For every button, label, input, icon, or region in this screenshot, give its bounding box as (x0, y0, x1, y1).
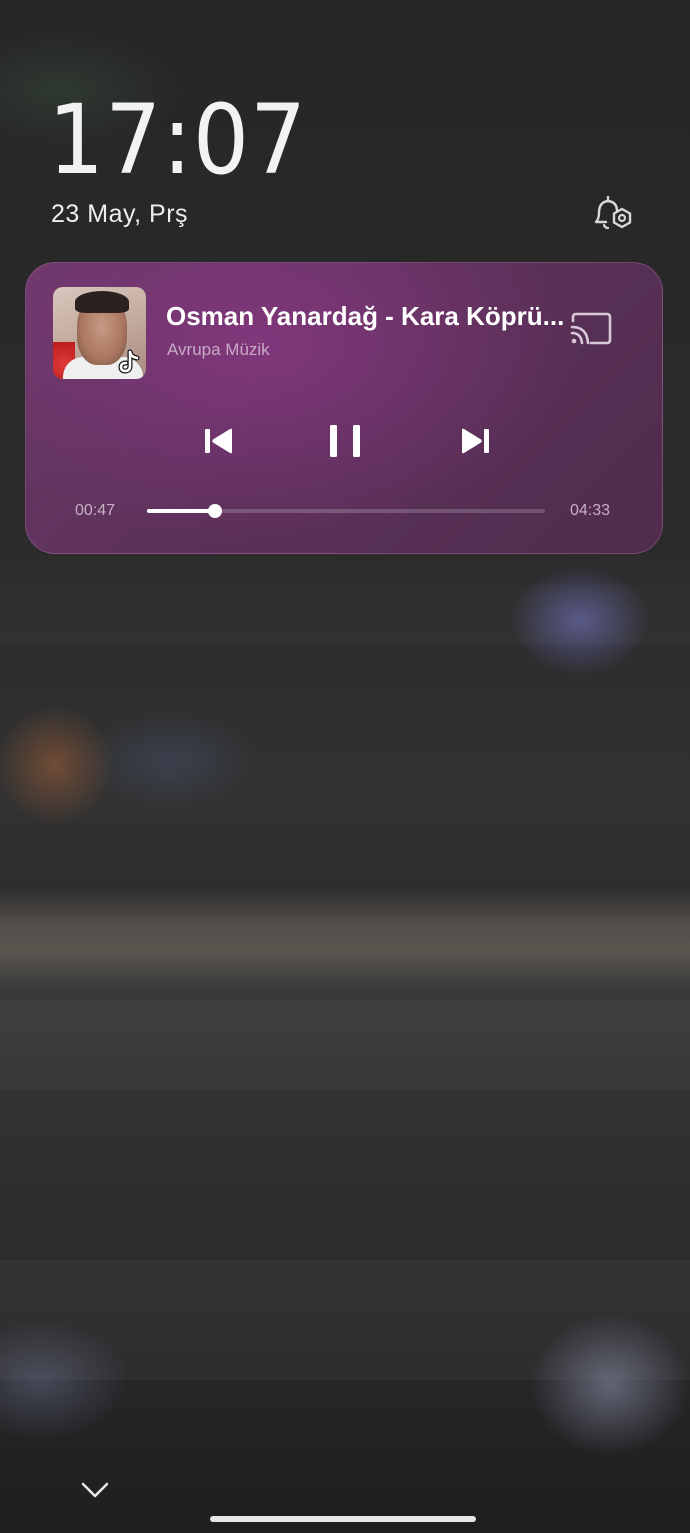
previous-icon (205, 428, 232, 454)
lock-clock: 17:07 (48, 84, 308, 196)
blurred-background-band (0, 1260, 690, 1380)
track-title[interactable]: Osman Yanardağ - Kara Köprü... (166, 301, 566, 332)
track-artist: Avrupa Müzik (167, 340, 270, 359)
album-art-detail (75, 291, 129, 313)
chevron-down-icon[interactable] (80, 1478, 110, 1502)
bell-settings-icon[interactable] (592, 194, 636, 234)
media-player-card[interactable]: Osman Yanardağ - Kara Köprü... Avrupa Mü… (25, 262, 663, 554)
cast-icon[interactable] (569, 311, 613, 347)
next-track-button[interactable] (458, 423, 498, 459)
progress-slider[interactable] (147, 504, 545, 518)
total-duration: 04:33 (570, 502, 611, 519)
home-indicator[interactable] (210, 1516, 476, 1522)
tiktok-icon (116, 349, 142, 375)
next-icon (462, 428, 489, 454)
lock-date: 23 May, Prş (51, 200, 189, 228)
progress-fill (147, 509, 216, 513)
previous-track-button[interactable] (202, 423, 242, 459)
elapsed-time: 00:47 (75, 502, 116, 519)
pause-icon (330, 425, 360, 457)
album-art[interactable] (53, 287, 146, 379)
progress-thumb[interactable] (208, 504, 223, 518)
pause-button[interactable] (326, 423, 366, 459)
blurred-background-band (0, 585, 690, 645)
blurred-background-band (0, 1000, 690, 1090)
